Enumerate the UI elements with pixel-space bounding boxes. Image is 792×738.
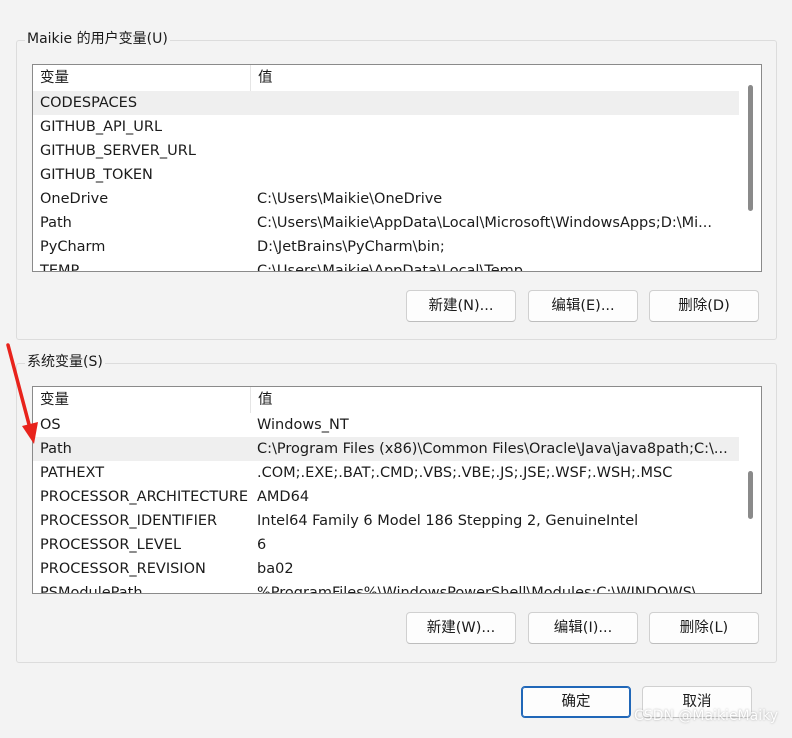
delete-user-variable-button[interactable]: 删除(D) — [649, 290, 759, 322]
variable-value: Intel64 Family 6 Model 186 Stepping 2, G… — [257, 513, 639, 529]
scrollbar-thumb[interactable] — [748, 471, 753, 519]
red-arrow-icon — [6, 343, 38, 444]
delete-system-variable-button[interactable]: 删除(L) — [649, 612, 759, 644]
variable-value — [250, 139, 739, 163]
variable-name: Path — [40, 215, 72, 231]
variable-value: AMD64 — [257, 489, 310, 505]
table-row[interactable]: TEMP C:\Users\Maikie\AppData\Local\Temp — [33, 259, 739, 272]
table-row[interactable]: Path C:\Program Files (x86)\Common Files… — [33, 437, 739, 461]
table-row[interactable]: PROCESSOR_LEVEL 6 — [33, 533, 739, 557]
system-variables-group: 系统变量(S) 变量 值 OS Windows_NT Path C:\Progr… — [16, 353, 777, 663]
variable-name: Path — [40, 441, 72, 457]
table-row[interactable]: PSModulePath %ProgramFiles%\WindowsPower… — [33, 581, 739, 594]
table-row[interactable]: PyCharm D:\JetBrains\PyCharm\bin; — [33, 235, 739, 259]
variable-name: OneDrive — [40, 191, 109, 207]
table-row[interactable]: OS Windows_NT — [33, 413, 739, 437]
table-row[interactable]: PROCESSOR_REVISION ba02 — [33, 557, 739, 581]
table-row[interactable]: OneDrive C:\Users\Maikie\OneDrive — [33, 187, 739, 211]
variable-value — [250, 163, 739, 187]
table-row[interactable]: Path C:\Users\Maikie\AppData\Local\Micro… — [33, 211, 739, 235]
variable-value: .COM;.EXE;.BAT;.CMD;.VBS;.VBE;.JS;.JSE;.… — [257, 465, 673, 481]
table-row[interactable]: PATHEXT .COM;.EXE;.BAT;.CMD;.VBS;.VBE;.J… — [33, 461, 739, 485]
scrollbar-thumb[interactable] — [748, 85, 753, 211]
new-system-variable-button[interactable]: 新建(W)... — [406, 612, 516, 644]
variable-value: Windows_NT — [257, 417, 349, 433]
variable-name: PyCharm — [40, 239, 106, 255]
vertical-scrollbar[interactable] — [739, 65, 761, 271]
variable-name: PROCESSOR_ARCHITECTURE — [40, 489, 249, 505]
edit-user-variable-button[interactable]: 编辑(E)... — [528, 290, 638, 322]
variable-name: PROCESSOR_IDENTIFIER — [40, 513, 218, 529]
watermark: CSDN @MaikieMaiky — [634, 708, 778, 724]
variable-name: PROCESSOR_REVISION — [40, 561, 206, 577]
variable-value: ba02 — [257, 561, 294, 577]
column-header-value[interactable]: 值 — [251, 387, 739, 413]
variable-name: CODESPACES — [40, 95, 138, 111]
variable-name: GITHUB_TOKEN — [40, 167, 153, 183]
edit-system-variable-button[interactable]: 编辑(I)... — [528, 612, 638, 644]
variable-name: GITHUB_SERVER_URL — [40, 143, 196, 159]
variable-name: PROCESSOR_LEVEL — [40, 537, 182, 553]
table-row[interactable]: GITHUB_SERVER_URL — [33, 139, 739, 163]
variable-value: C:\Users\Maikie\OneDrive — [257, 191, 443, 207]
variable-name: PSModulePath — [40, 585, 143, 594]
column-header-value[interactable]: 值 — [251, 65, 739, 91]
column-header-name[interactable]: 变量 — [33, 387, 251, 413]
user-variables-group: Maikie 的用户变量(U) 变量 值 CODESPACES GITHUB_A… — [16, 30, 777, 340]
variable-value: C:\Program Files (x86)\Common Files\Orac… — [257, 441, 728, 457]
table-row[interactable]: PROCESSOR_IDENTIFIER Intel64 Family 6 Mo… — [33, 509, 739, 533]
table-row[interactable]: GITHUB_API_URL — [33, 115, 739, 139]
table-row[interactable]: PROCESSOR_ARCHITECTURE AMD64 — [33, 485, 739, 509]
variable-value — [250, 115, 739, 139]
vertical-scrollbar[interactable] — [739, 387, 761, 593]
column-header-name[interactable]: 变量 — [33, 65, 251, 91]
variable-value: D:\JetBrains\PyCharm\bin; — [257, 239, 445, 255]
variable-value: C:\Users\Maikie\AppData\Local\Microsoft\… — [257, 215, 713, 231]
variable-name: PATHEXT — [40, 465, 105, 481]
variable-name: GITHUB_API_URL — [40, 119, 163, 135]
table-row[interactable]: GITHUB_TOKEN — [33, 163, 739, 187]
variable-value: 6 — [257, 537, 267, 553]
variable-name: TEMP — [40, 263, 80, 272]
new-user-variable-button[interactable]: 新建(N)... — [406, 290, 516, 322]
variable-value: %ProgramFiles%\WindowsPowerShell\Modules… — [257, 585, 711, 594]
variable-value — [250, 91, 739, 115]
variable-name: OS — [40, 417, 61, 433]
ok-button[interactable]: 确定 — [521, 686, 631, 718]
variable-value: C:\Users\Maikie\AppData\Local\Temp — [257, 263, 523, 272]
list-header: 变量 值 — [33, 65, 739, 91]
table-row[interactable]: CODESPACES — [33, 91, 739, 115]
list-header: 变量 值 — [33, 387, 739, 413]
system-variables-list[interactable]: 变量 值 OS Windows_NT Path C:\Program Files… — [32, 386, 762, 594]
user-variables-list[interactable]: 变量 值 CODESPACES GITHUB_API_URL GITHUB_SE… — [32, 64, 762, 272]
